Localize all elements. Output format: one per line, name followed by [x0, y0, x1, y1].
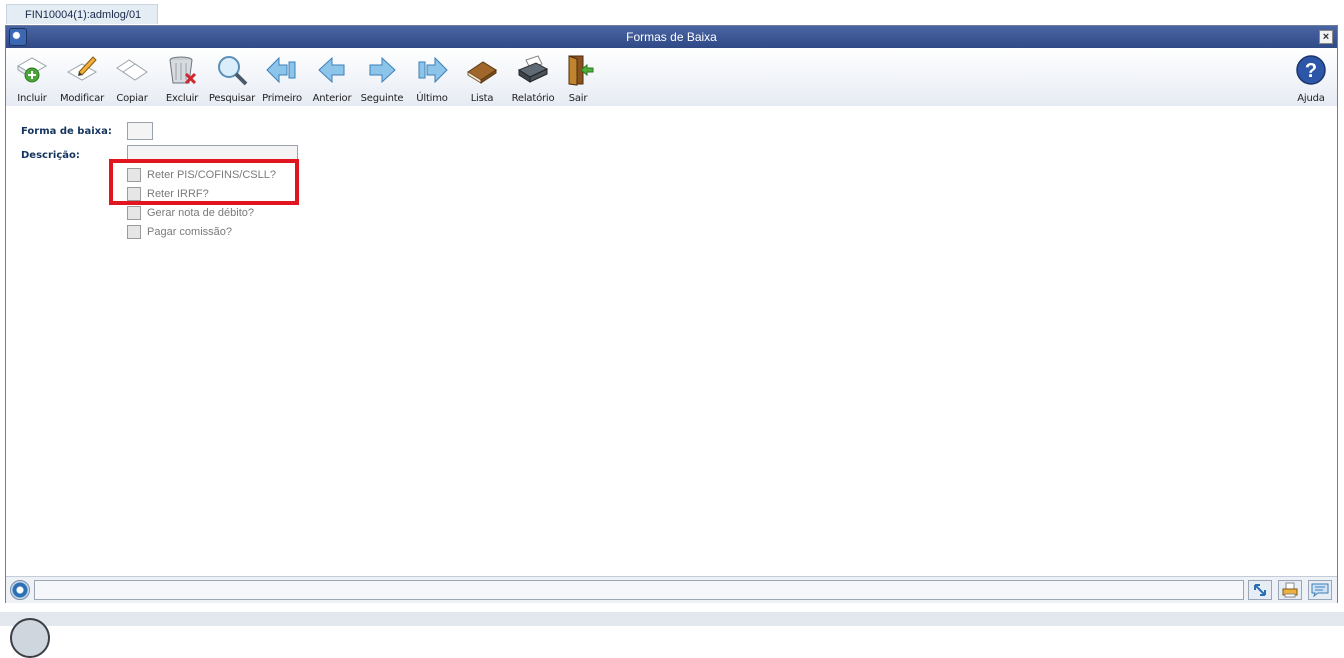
window-title: Formas de Baixa: [626, 30, 717, 44]
window-titlebar: Formas de Baixa ×: [6, 26, 1337, 48]
incluir-button[interactable]: Incluir: [7, 52, 57, 104]
ultimo-button[interactable]: Último: [407, 52, 457, 104]
bottom-orb-icon[interactable]: [10, 618, 50, 658]
ajuda-button[interactable]: ? Ajuda: [1286, 52, 1336, 104]
add-document-icon: [16, 57, 48, 83]
print-button[interactable]: [1278, 580, 1302, 600]
printer-icon: [517, 55, 549, 83]
edit-pencil-icon: [66, 56, 98, 81]
magnifier-icon: [218, 56, 248, 86]
previous-arrow-icon: [318, 56, 345, 84]
session-tab-bar: FIN10004(1):admlog/01: [0, 0, 1344, 24]
next-arrow-icon: [369, 56, 396, 84]
toolbar: Incluir Modificar Copiar Excluir Pesquis…: [6, 48, 1337, 106]
forma-de-baixa-field[interactable]: [127, 122, 153, 140]
primeiro-button[interactable]: Primeiro: [257, 52, 307, 104]
copy-icon: [116, 59, 148, 81]
anterior-button[interactable]: Anterior: [307, 52, 357, 104]
last-arrow-icon: [418, 56, 448, 84]
sair-button[interactable]: Sair: [553, 52, 603, 104]
chat-bubble-icon: [1311, 583, 1329, 598]
forma-de-baixa-label: Forma de baixa:: [21, 126, 112, 137]
printer-small-icon: [1282, 582, 1298, 598]
copiar-button[interactable]: Copiar: [107, 52, 157, 104]
forms-window: Formas de Baixa × Incluir Modificar Copi…: [5, 25, 1338, 603]
highlight-box: [109, 159, 299, 205]
close-button[interactable]: ×: [1319, 30, 1333, 44]
status-message-field: [34, 580, 1244, 600]
ajuda-label: Ajuda: [1297, 93, 1325, 104]
status-bar: [6, 576, 1337, 603]
bottom-strip: [0, 612, 1344, 626]
gerar-nota-debito-checkbox[interactable]: [127, 206, 141, 220]
lista-button[interactable]: Lista: [457, 52, 507, 104]
status-globe-icon[interactable]: [10, 580, 30, 600]
svg-text:?: ?: [1305, 60, 1317, 82]
help-icon: ?: [1296, 55, 1326, 85]
descricao-label: Descrição:: [21, 150, 80, 161]
sair-label: Sair: [568, 93, 588, 104]
trash-delete-icon: [169, 56, 197, 85]
book-list-icon: [467, 61, 497, 84]
excluir-button[interactable]: Excluir: [157, 52, 207, 104]
session-tab[interactable]: FIN10004(1):admlog/01: [6, 4, 158, 24]
resize-arrow-icon: [1254, 584, 1266, 596]
pesquisar-button[interactable]: Pesquisar: [207, 52, 257, 104]
app-logo-icon: [9, 28, 27, 46]
first-arrow-icon: [266, 56, 296, 84]
seguinte-button[interactable]: Seguinte: [357, 52, 407, 104]
resize-button[interactable]: [1248, 580, 1272, 600]
gerar-nota-debito-label: Gerar nota de débito?: [147, 207, 255, 219]
exit-door-icon: [568, 55, 594, 86]
message-button[interactable]: [1308, 580, 1332, 600]
modificar-button[interactable]: Modificar: [57, 52, 107, 104]
pagar-comissao-checkbox[interactable]: [127, 225, 141, 239]
pagar-comissao-label: Pagar comissão?: [147, 226, 232, 238]
